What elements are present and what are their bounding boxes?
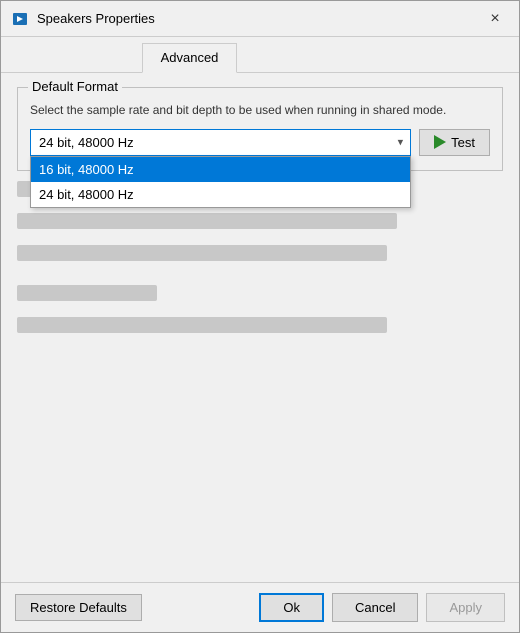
- dropdown-option-2[interactable]: 24 bit, 48000 Hz: [31, 182, 410, 207]
- content-area: Default Format Select the sample rate an…: [1, 73, 519, 582]
- app-icon: [11, 10, 29, 28]
- close-button[interactable]: ×: [481, 5, 509, 33]
- tab-1[interactable]: [11, 43, 74, 72]
- window-title: Speakers Properties: [37, 11, 481, 26]
- apply-button[interactable]: Apply: [426, 593, 505, 622]
- footer: Restore Defaults Ok Cancel Apply: [1, 582, 519, 632]
- format-select-display[interactable]: 24 bit, 48000 Hz: [30, 129, 411, 156]
- placeholder-bar-3: [17, 245, 387, 261]
- tab-advanced[interactable]: Advanced: [142, 43, 238, 73]
- tab-bar: Advanced: [1, 37, 519, 73]
- title-bar: Speakers Properties ×: [1, 1, 519, 37]
- tab-4[interactable]: [239, 43, 302, 72]
- test-button[interactable]: Test: [419, 129, 490, 156]
- placeholder-bar-2: [17, 213, 397, 229]
- dialog-buttons: Ok Cancel Apply: [259, 593, 505, 622]
- placeholder-bar-4: [17, 285, 157, 301]
- default-format-group: Default Format Select the sample rate an…: [17, 87, 503, 171]
- group-description: Select the sample rate and bit depth to …: [30, 102, 490, 119]
- tab-2[interactable]: [76, 43, 139, 72]
- format-select-wrapper: 24 bit, 48000 Hz ▾ 16 bit, 48000 Hz 24 b…: [30, 129, 411, 156]
- format-select-row: 24 bit, 48000 Hz ▾ 16 bit, 48000 Hz 24 b…: [30, 129, 490, 156]
- dropdown-list: 16 bit, 48000 Hz 24 bit, 48000 Hz: [30, 156, 411, 208]
- speakers-properties-window: Speakers Properties × Advanced Default F…: [0, 0, 520, 633]
- cancel-button[interactable]: Cancel: [332, 593, 418, 622]
- play-icon: [434, 135, 446, 149]
- empty-area: [17, 349, 503, 558]
- placeholder-bar-5: [17, 317, 387, 333]
- restore-defaults-button[interactable]: Restore Defaults: [15, 594, 142, 621]
- test-button-label: Test: [451, 135, 475, 150]
- dropdown-option-1[interactable]: 16 bit, 48000 Hz: [31, 157, 410, 182]
- ok-button[interactable]: Ok: [259, 593, 324, 622]
- group-title: Default Format: [28, 79, 122, 94]
